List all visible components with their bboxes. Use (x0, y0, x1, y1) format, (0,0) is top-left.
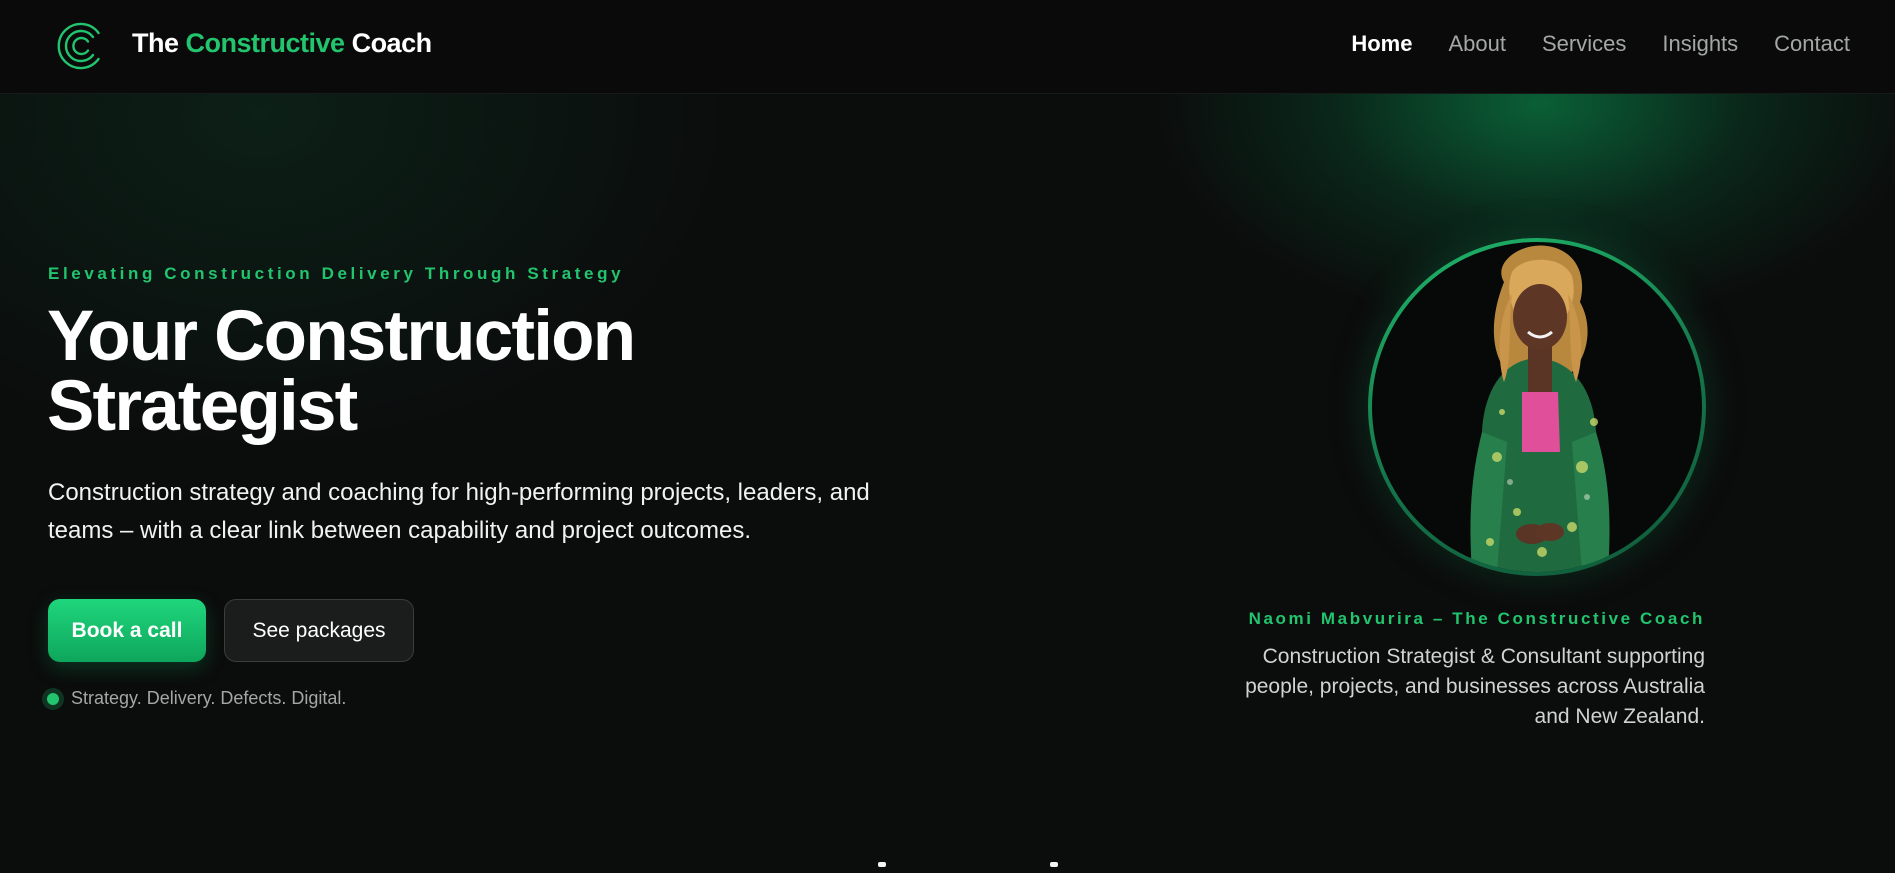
main-menu: Home About Services Insights Contact (1351, 31, 1850, 57)
nav-home[interactable]: Home (1351, 31, 1412, 57)
headline-line-1: Your Construction (47, 297, 636, 376)
see-packages-button[interactable]: See packages (224, 599, 414, 662)
nav-contact[interactable]: Contact (1774, 31, 1850, 57)
hero-eyebrow: Elevating Construction Delivery Through … (48, 264, 625, 283)
headline-line-2: Strategist (47, 367, 358, 446)
status-dot-icon (47, 692, 59, 705)
hero-section: Elevating Construction Delivery Through … (0, 94, 1895, 873)
hero-tagline: Strategy. Delivery. Defects. Digital. (42, 688, 346, 709)
next-section-heading-peek (878, 862, 1058, 873)
profile-name-caption: Naomi Mabvurira – The Constructive Coach (1248, 609, 1705, 628)
nav-services[interactable]: Services (1542, 31, 1626, 57)
top-navigation: The Constructive Coach Home About Servic… (0, 0, 1895, 94)
brand-accent: Constructive (185, 28, 346, 58)
nav-insights[interactable]: Insights (1662, 31, 1738, 57)
brand-suffix: Coach (344, 28, 433, 58)
concentric-c-logo-icon[interactable] (57, 22, 105, 70)
tagline-text: Strategy. Delivery. Defects. Digital. (71, 688, 347, 708)
brand-name[interactable]: The Constructive Coach (132, 28, 432, 59)
nav-about[interactable]: About (1448, 31, 1506, 57)
profile-portrait (1368, 238, 1706, 576)
brand-prefix: The (132, 28, 186, 58)
person-illustration (1470, 245, 1610, 572)
hero-headline: Your Construction Strategist (47, 297, 847, 446)
book-a-call-button[interactable]: Book a call (48, 599, 206, 662)
profile-description: Construction Strategist & Consultant sup… (1245, 645, 1705, 728)
portrait-frame (1372, 242, 1702, 572)
hero-lead: Construction strategy and coaching for h… (48, 479, 870, 544)
